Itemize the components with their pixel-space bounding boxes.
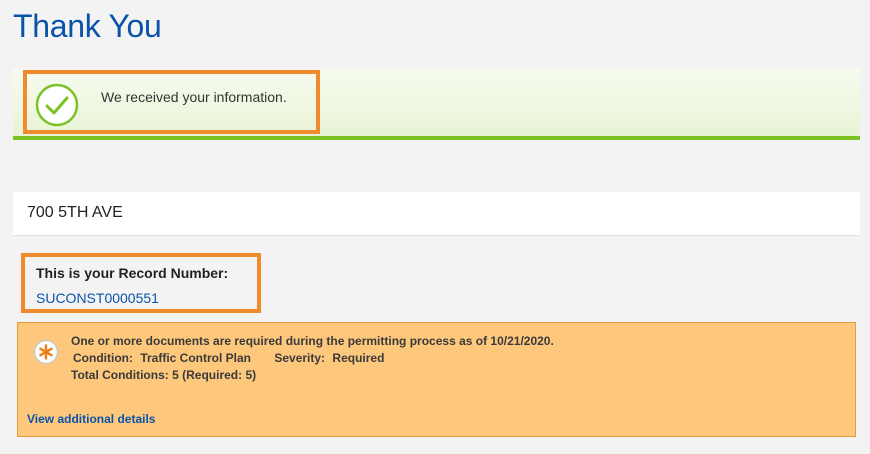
asterisk-warning-icon — [33, 339, 59, 365]
success-banner: We received your information. — [13, 69, 860, 140]
record-number-link[interactable]: SUCONST0000551 — [36, 290, 159, 306]
record-number-box: This is your Record Number: SUCONST00005… — [21, 253, 261, 313]
address-panel: 700 5TH AVE — [13, 192, 860, 236]
severity-value: Required — [332, 351, 385, 365]
page-title: Thank You — [13, 8, 162, 44]
condition-value: Traffic Control Plan — [140, 351, 252, 365]
notice-total-line: Total Conditions: 5 (Required: 5) — [71, 368, 256, 382]
notice-message: One or more documents are required durin… — [71, 334, 554, 348]
view-additional-details-link[interactable]: View additional details — [27, 412, 155, 426]
required-documents-notice: One or more documents are required durin… — [17, 322, 856, 437]
success-highlight-box: We received your information. — [23, 70, 320, 134]
record-number-label: This is your Record Number: — [36, 265, 229, 281]
total-required: (Required: 5) — [182, 368, 257, 382]
condition-label: Condition: — [73, 351, 133, 365]
address-text: 700 5TH AVE — [27, 204, 123, 221]
notice-condition-line: Condition: Traffic Control Plan Severity… — [73, 351, 388, 365]
severity-label: Severity: — [274, 351, 326, 365]
check-circle-icon — [35, 83, 79, 127]
success-message: We received your information. — [101, 89, 287, 105]
total-conditions: Total Conditions: 5 — [71, 368, 179, 382]
